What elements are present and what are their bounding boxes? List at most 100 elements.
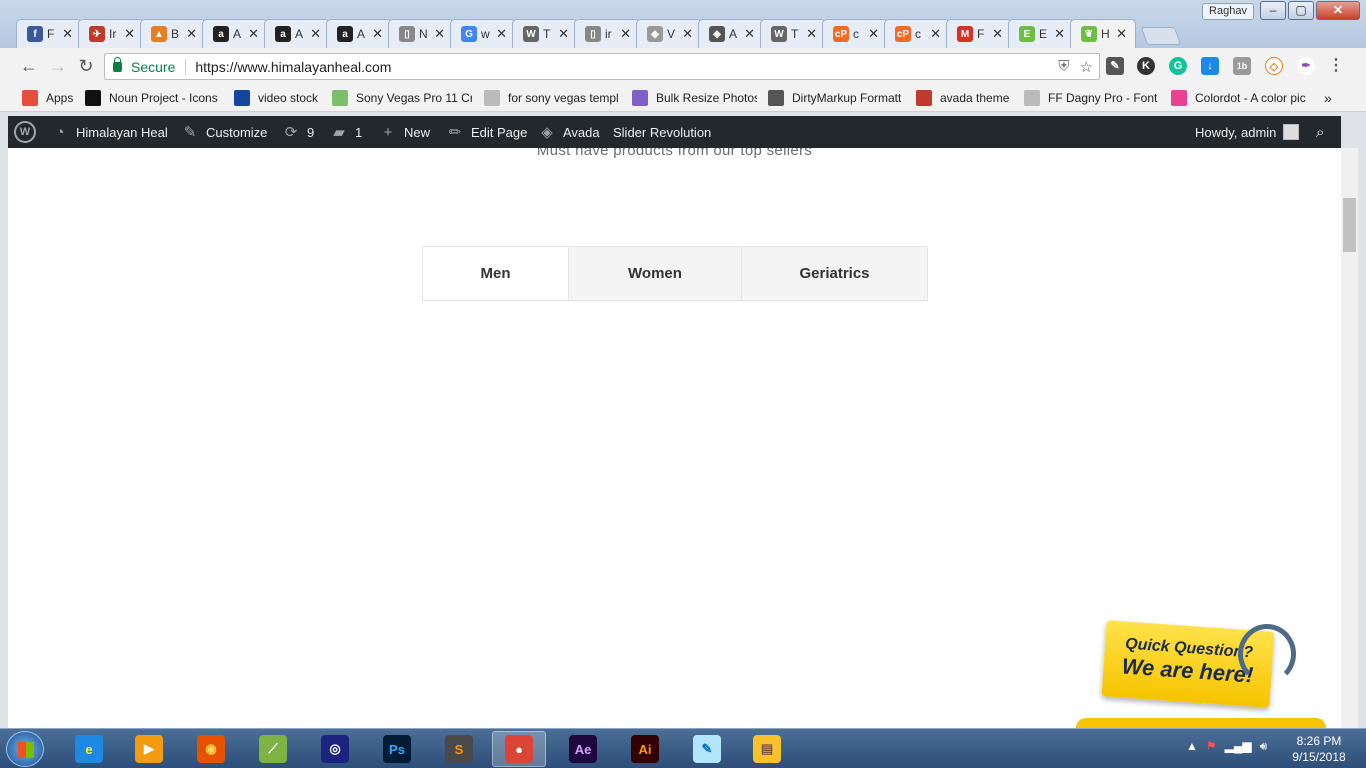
diamond-extension-icon[interactable]: ◇	[1265, 57, 1283, 75]
browser-tab[interactable]: a A ✕	[202, 19, 268, 48]
close-tab-icon[interactable]: ✕	[310, 26, 321, 42]
close-tab-icon[interactable]: ✕	[620, 26, 631, 42]
my-account-link[interactable]: Howdy, admin	[1195, 116, 1300, 148]
bookmark-item[interactable]: video stock	[234, 90, 318, 106]
maximize-button[interactable]: ▢	[1288, 1, 1314, 20]
back-icon[interactable]: ←	[18, 55, 40, 77]
taskbar-app-button[interactable]: ◉	[184, 731, 238, 767]
close-tab-icon[interactable]: ✕	[868, 26, 879, 42]
taskbar-app-button[interactable]: ⟋	[246, 731, 300, 767]
taskbar-app-button[interactable]: Ae	[556, 731, 610, 767]
browser-tab[interactable]: M F ✕	[946, 19, 1012, 48]
taskbar-app-button[interactable]: ✎	[680, 731, 734, 767]
taskbar-app-button[interactable]: Ps	[370, 731, 424, 767]
profile-button[interactable]: Raghav	[1202, 3, 1254, 20]
close-tab-icon[interactable]: ✕	[124, 26, 135, 42]
site-name-link[interactable]: ◔ Himalayan Heal	[51, 116, 167, 148]
edit-page-link[interactable]: ✏ Edit Page	[446, 116, 528, 148]
avada-link[interactable]: ◈ Avada	[538, 116, 599, 148]
search-icon[interactable]: ⌕	[1316, 116, 1324, 148]
browser-tab[interactable]: W T ✕	[512, 19, 578, 48]
browser-tab[interactable]: E E ✕	[1008, 19, 1074, 48]
close-tab-icon[interactable]: ✕	[496, 26, 507, 42]
close-tab-icon[interactable]: ✕	[62, 26, 73, 42]
bookmark-item[interactable]: Apps	[22, 90, 73, 106]
bookmark-star-icon[interactable]: ☆	[1080, 58, 1093, 76]
close-tab-icon[interactable]: ✕	[806, 26, 817, 42]
taskbar-app-button[interactable]: Ai	[618, 731, 672, 767]
browser-tab[interactable]: W T ✕	[760, 19, 826, 48]
updates-link[interactable]: ⟳ 9	[282, 116, 315, 148]
slider-revolution-link[interactable]: Slider Revolution	[613, 116, 711, 148]
close-tab-icon[interactable]: ✕	[744, 26, 755, 42]
start-button[interactable]	[6, 731, 44, 767]
reload-icon[interactable]: ↻	[75, 55, 97, 77]
page-scrollbar[interactable]	[1341, 148, 1358, 728]
bookmark-item[interactable]: for sony vegas templ	[484, 90, 619, 106]
eyedropper-extension-icon[interactable]: ✎	[1106, 57, 1124, 75]
bookmark-item[interactable]: avada theme	[916, 90, 1009, 106]
taskbar-app-button[interactable]: ▤	[740, 731, 794, 767]
scrollbar-thumb[interactable]	[1343, 198, 1356, 252]
ad-block-icon[interactable]: ⛨	[1058, 58, 1069, 76]
close-tab-icon[interactable]: ✕	[1116, 26, 1127, 42]
tab-geriatrics[interactable]: Geriatrics	[741, 247, 927, 300]
browser-tab[interactable]: Gw ✕	[450, 19, 516, 48]
browser-tab[interactable]: a A ✕	[264, 19, 330, 48]
address-bar[interactable]: Secure https://www.himalayanheal.com ⛨ ☆	[104, 53, 1100, 80]
forward-icon[interactable]: →	[47, 55, 69, 77]
close-tab-icon[interactable]: ✕	[992, 26, 1003, 42]
feather-extension-icon[interactable]: ✒	[1297, 57, 1315, 75]
browser-tab[interactable]: ◆ V ✕	[636, 19, 702, 48]
close-tab-icon[interactable]: ✕	[682, 26, 693, 42]
bookmark-item[interactable]: Sony Vegas Pro 11 Cr	[332, 90, 472, 106]
taskbar-app-button[interactable]: S	[432, 731, 486, 767]
bookmark-item[interactable]: FF Dagny Pro - Font r	[1024, 90, 1159, 106]
url-text[interactable]: https://www.himalayanheal.com	[195, 59, 391, 75]
browser-tab[interactable]: ▯ N ✕	[388, 19, 454, 48]
grammarly-icon[interactable]: G	[1169, 57, 1187, 75]
new-content-link[interactable]: + New	[379, 116, 430, 148]
menu-icon[interactable]: ⋮	[1327, 57, 1345, 75]
close-window-button[interactable]: ✕	[1316, 1, 1360, 20]
taskbar-app-button[interactable]: ◎	[308, 731, 362, 767]
volume-icon[interactable]: 🔊︎	[1260, 739, 1268, 754]
close-tab-icon[interactable]: ✕	[186, 26, 197, 42]
download-extension-icon[interactable]: ↓	[1201, 57, 1219, 75]
browser-tab[interactable]: cP c ✕	[822, 19, 888, 48]
browser-tab[interactable]: ✈ Ir ✕	[78, 19, 144, 48]
close-tab-icon[interactable]: ✕	[930, 26, 941, 42]
1b-extension-icon[interactable]: 1b	[1233, 57, 1251, 75]
bookmark-item[interactable]: Colordot - A color pic	[1171, 90, 1306, 106]
taskbar-app-button[interactable]: ▶	[122, 731, 176, 767]
tab-women[interactable]: Women	[568, 247, 741, 300]
customize-link[interactable]: ✎ Customize	[181, 116, 268, 148]
close-tab-icon[interactable]: ✕	[372, 26, 383, 42]
taskbar-app-button[interactable]: e	[62, 731, 116, 767]
browser-tab[interactable]: cP c ✕	[884, 19, 950, 48]
browser-tab[interactable]: ◈ A ✕	[698, 19, 764, 48]
taskbar-app-button[interactable]: ●	[492, 731, 546, 767]
comments-link[interactable]: ▰ 1	[330, 116, 362, 148]
wordpress-logo-icon[interactable]: W	[14, 116, 43, 148]
show-hidden-icons-icon[interactable]: ▲	[1186, 739, 1198, 754]
close-tab-icon[interactable]: ✕	[434, 26, 445, 42]
k-extension-icon[interactable]: K	[1137, 57, 1155, 75]
bookmark-item[interactable]: Bulk Resize Photos	[632, 90, 757, 106]
close-tab-icon[interactable]: ✕	[558, 26, 569, 42]
more-bookmarks-icon[interactable]: »	[1324, 90, 1332, 106]
browser-tab[interactable]: ▯ ir ✕	[574, 19, 640, 48]
network-icon[interactable]: ▂▄▆	[1225, 739, 1252, 754]
system-clock[interactable]: 8:26 PM 9/15/2018	[1284, 733, 1354, 765]
close-tab-icon[interactable]: ✕	[248, 26, 259, 42]
browser-tab[interactable]: a A ✕	[326, 19, 392, 48]
minimize-button[interactable]: –	[1260, 1, 1286, 20]
bookmark-item[interactable]: Noun Project - Icons	[85, 90, 218, 106]
action-center-icon[interactable]: ⚑	[1206, 739, 1217, 754]
tab-men[interactable]: Men	[423, 247, 568, 300]
close-tab-icon[interactable]: ✕	[1054, 26, 1065, 42]
bookmark-item[interactable]: DirtyMarkup Formatt	[768, 90, 901, 106]
browser-tab[interactable]: ❦ H ✕	[1070, 19, 1136, 48]
browser-tab[interactable]: ▲ B ✕	[140, 19, 206, 48]
browser-tab[interactable]: f F ✕	[16, 19, 82, 48]
